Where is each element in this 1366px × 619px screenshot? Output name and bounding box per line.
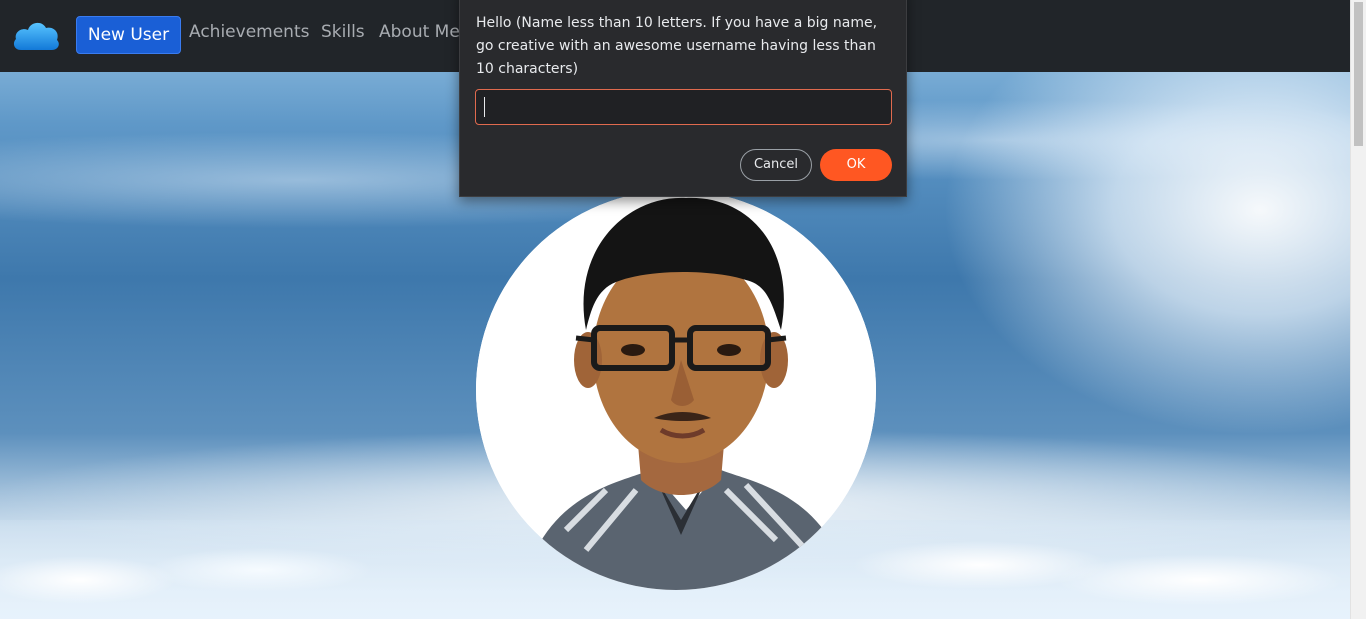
ok-button[interactable]: OK bbox=[820, 149, 892, 181]
new-user-button[interactable]: New User bbox=[76, 16, 181, 54]
profile-photo bbox=[476, 190, 876, 590]
page-scrollbar[interactable] bbox=[1350, 0, 1366, 619]
nav-link-about-me[interactable]: About Me bbox=[379, 20, 460, 44]
nav-link-skills[interactable]: Skills bbox=[321, 20, 365, 44]
nav-link-achievements[interactable]: Achievements bbox=[189, 20, 309, 44]
cancel-button[interactable]: Cancel bbox=[740, 149, 812, 181]
text-caret bbox=[484, 97, 485, 117]
scrollbar-thumb[interactable] bbox=[1354, 2, 1363, 146]
cloud-icon[interactable] bbox=[11, 16, 61, 56]
prompt-dialog: Hello (Name less than 10 letters. If you… bbox=[459, 0, 907, 197]
dialog-message: Hello (Name less than 10 letters. If you… bbox=[476, 15, 878, 77]
username-input[interactable] bbox=[475, 89, 892, 125]
